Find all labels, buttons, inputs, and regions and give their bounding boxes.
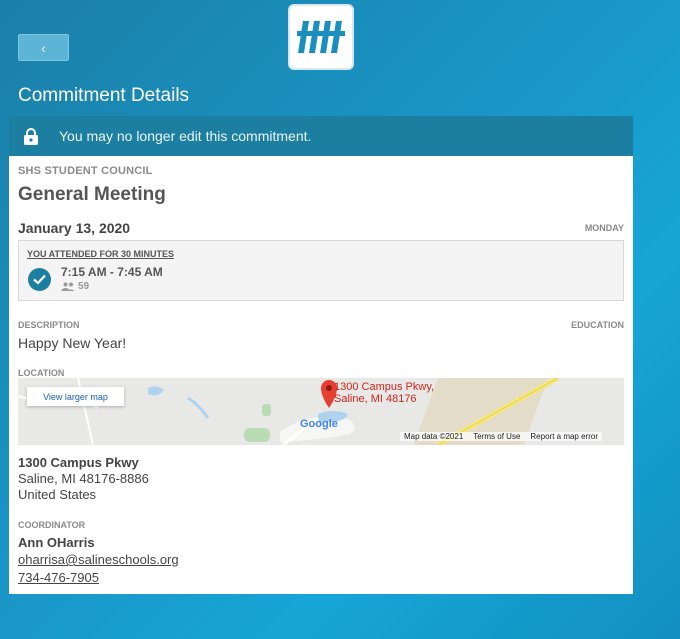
people-icon — [61, 282, 75, 291]
map-pin-line2: Saline, MI 48176 — [334, 393, 417, 405]
locked-message: You may no longer edit this commitment. — [59, 128, 312, 144]
coordinator-phone-link[interactable]: 734-476-7905 — [18, 570, 99, 585]
google-logo: Google — [300, 418, 338, 430]
category-label: EDUCATION — [571, 320, 624, 330]
google-wordmark: Google — [300, 418, 338, 430]
attendance-box: YOU ATTENDED FOR 30 MINUTES 7:15 AM - 7:… — [18, 240, 624, 301]
chevron-left-icon: ‹ — [41, 39, 46, 56]
location-map[interactable]: View larger map 1300 Campus Pkwy, Saline… — [18, 378, 624, 445]
organization-name: SHS STUDENT COUNCIL — [18, 165, 153, 177]
event-title: General Meeting — [18, 184, 166, 205]
commitment-card: You may no longer edit this commitment. … — [9, 116, 633, 594]
page-title: Commitment Details — [18, 85, 190, 106]
view-larger-map-link[interactable]: View larger map — [27, 387, 124, 406]
address-line1: 1300 Campus Pkwy — [18, 455, 139, 470]
location-label: LOCATION — [18, 368, 65, 378]
terms-link[interactable]: Terms of Use — [473, 432, 520, 441]
event-weekday: MONDAY — [584, 223, 624, 233]
coordinator-label: COORDINATOR — [18, 520, 86, 530]
logo-icon — [297, 21, 345, 53]
locked-banner: You may no longer edit this commitment. — [9, 116, 633, 156]
address-line2: Saline, MI 48176-8886 — [18, 471, 149, 486]
description-text: Happy New Year! — [18, 335, 127, 351]
map-pin-label: 1300 Campus Pkwy, Saline, MI 48176 — [334, 381, 434, 405]
coordinator-name: Ann OHarris — [18, 535, 95, 550]
app-logo — [288, 4, 354, 70]
address-line3: United States — [18, 487, 97, 502]
event-date: January 13, 2020 — [18, 220, 131, 236]
map-footer: Map data ©2021 Terms of Use Report a map… — [400, 432, 602, 441]
description-label: DESCRIPTION — [18, 320, 80, 330]
report-map-error-link[interactable]: Report a map error — [530, 432, 598, 441]
map-data-text: Map data ©2021 — [404, 432, 464, 441]
map-pin-line1: 1300 Campus Pkwy, — [334, 381, 435, 393]
back-button[interactable]: ‹ — [18, 34, 69, 61]
attendee-count-value: 59 — [78, 281, 90, 292]
shift-time: 7:15 AM - 7:45 AM — [61, 265, 163, 279]
check-icon — [28, 268, 51, 291]
coordinator-email-link[interactable]: oharrisa@salineschools.org — [18, 552, 179, 567]
attendance-label: YOU ATTENDED FOR 30 MINUTES — [27, 249, 175, 259]
attendee-count: 59 — [61, 281, 89, 292]
lock-icon — [9, 127, 53, 145]
